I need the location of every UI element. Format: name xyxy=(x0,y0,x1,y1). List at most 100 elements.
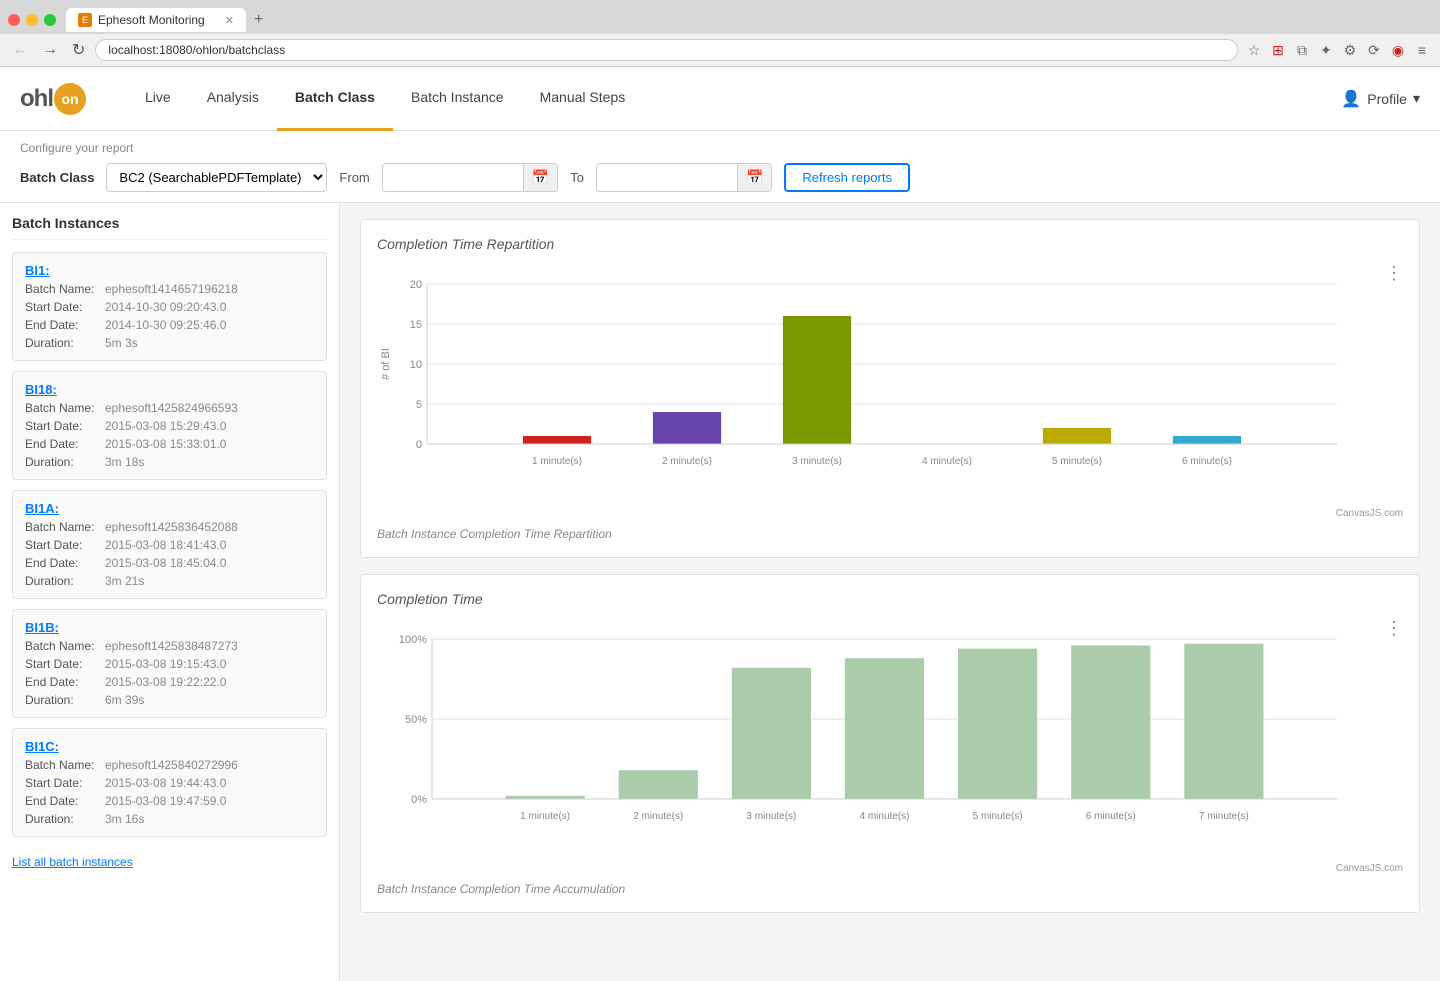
start-date-label: Start Date: xyxy=(25,419,105,433)
logo-on-badge: on xyxy=(54,83,86,115)
nav-analysis[interactable]: Analysis xyxy=(189,67,277,131)
chart1-container: ⋮ 05101520# of BI1 minute(s)2 minute(s)3… xyxy=(377,264,1403,519)
extension-icon-5[interactable]: ⟳ xyxy=(1364,40,1384,60)
minimize-window-btn[interactable] xyxy=(26,14,38,26)
start-date-val: 2015-03-08 19:44:43.0 xyxy=(105,776,226,790)
menu-btn[interactable]: ≡ xyxy=(1412,40,1432,60)
batch-item-name-row: Batch Name: ephesoft1425838487273 xyxy=(25,639,314,653)
batch-item-id[interactable]: BI1A: xyxy=(25,501,314,516)
start-date-label: Start Date: xyxy=(25,538,105,552)
nav-manual-steps[interactable]: Manual Steps xyxy=(522,67,644,131)
end-date-label: End Date: xyxy=(25,556,105,570)
extension-icon-6[interactable]: ◉ xyxy=(1388,40,1408,60)
end-date-val: 2015-03-08 15:33:01.0 xyxy=(105,437,226,451)
svg-text:1 minute(s): 1 minute(s) xyxy=(520,811,570,822)
batch-item-id[interactable]: BI18: xyxy=(25,382,314,397)
svg-text:3 minute(s): 3 minute(s) xyxy=(746,811,796,822)
extension-icon-2[interactable]: ⧉ xyxy=(1292,40,1312,60)
batch-item-name-row: Batch Name: ephesoft1425836452088 xyxy=(25,520,314,534)
duration-label: Duration: xyxy=(25,574,105,588)
chart2-subtitle: Batch Instance Completion Time Accumulat… xyxy=(377,882,1403,896)
svg-text:3 minute(s): 3 minute(s) xyxy=(792,456,842,467)
tab-close-btn[interactable]: ✕ xyxy=(225,14,234,27)
end-date-val: 2015-03-08 18:45:04.0 xyxy=(105,556,226,570)
address-bar[interactable] xyxy=(95,39,1238,61)
nav-live[interactable]: Live xyxy=(127,67,189,131)
extension-icon-4[interactable]: ⚙ xyxy=(1340,40,1360,60)
maximize-window-btn[interactable] xyxy=(44,14,56,26)
bookmark-icon[interactable]: ☆ xyxy=(1244,40,1264,60)
close-window-btn[interactable] xyxy=(8,14,20,26)
duration-val: 3m 16s xyxy=(105,812,144,826)
to-calendar-btn[interactable]: 📅 xyxy=(737,164,771,191)
batch-item-duration-row: Duration: 3m 21s xyxy=(25,574,314,588)
window-controls xyxy=(8,14,56,26)
forward-btn[interactable]: → xyxy=(38,39,62,61)
batch-name-val: ephesoft1425840272996 xyxy=(105,758,238,772)
svg-text:4 minute(s): 4 minute(s) xyxy=(859,811,909,822)
nav-batch-class[interactable]: Batch Class xyxy=(277,67,393,131)
duration-val: 3m 18s xyxy=(105,455,144,469)
batch-class-label: Batch Class xyxy=(20,170,94,185)
start-date-val: 2014-10-30 09:20:43.0 xyxy=(105,300,226,314)
back-btn[interactable]: ← xyxy=(8,39,32,61)
duration-val: 6m 39s xyxy=(105,693,144,707)
to-date-input[interactable] xyxy=(597,165,737,190)
batch-name-label: Batch Name: xyxy=(25,758,105,772)
batch-item: BI1C: Batch Name: ephesoft1425840272996 … xyxy=(12,728,327,837)
chart2-menu-btn[interactable]: ⋮ xyxy=(1385,619,1403,637)
refresh-reports-btn[interactable]: Refresh reports xyxy=(784,163,910,192)
batch-item: BI1: Batch Name: ephesoft1414657196218 S… xyxy=(12,252,327,361)
from-calendar-btn[interactable]: 📅 xyxy=(523,164,557,191)
svg-text:5 minute(s): 5 minute(s) xyxy=(973,811,1023,822)
batch-class-select[interactable]: BC2 (SearchablePDFTemplate) xyxy=(106,163,327,192)
svg-text:4 minute(s): 4 minute(s) xyxy=(922,456,972,467)
batch-item-name-row: Batch Name: ephesoft1425824966593 xyxy=(25,401,314,415)
sidebar: Batch Instances BI1: Batch Name: ephesof… xyxy=(0,203,340,981)
extension-icon-1[interactable]: ⊞ xyxy=(1268,40,1288,60)
batch-name-val: ephesoft1425838487273 xyxy=(105,639,238,653)
batch-item-id[interactable]: BI1: xyxy=(25,263,314,278)
batch-item-name-row: Batch Name: ephesoft1425840272996 xyxy=(25,758,314,772)
nav-batch-instance[interactable]: Batch Instance xyxy=(393,67,522,131)
batch-item-end-row: End Date: 2015-03-08 15:33:01.0 xyxy=(25,437,314,451)
duration-val: 5m 3s xyxy=(105,336,138,350)
active-tab[interactable]: E Ephesoft Monitoring ✕ xyxy=(66,8,246,32)
svg-text:1 minute(s): 1 minute(s) xyxy=(532,456,582,467)
logo: ohl on xyxy=(20,83,87,115)
svg-text:100%: 100% xyxy=(399,634,427,646)
svg-text:15: 15 xyxy=(410,319,422,331)
list-all-link[interactable]: List all batch instances xyxy=(12,847,327,877)
batch-name-label: Batch Name: xyxy=(25,282,105,296)
duration-label: Duration: xyxy=(25,336,105,350)
chart1-subtitle: Batch Instance Completion Time Repartiti… xyxy=(377,527,1403,541)
start-date-label: Start Date: xyxy=(25,300,105,314)
chart1-section: Completion Time Repartition ⋮ 05101520# … xyxy=(360,219,1420,558)
batch-item-name-row: Batch Name: ephesoft1414657196218 xyxy=(25,282,314,296)
config-bar: Configure your report Batch Class BC2 (S… xyxy=(0,131,1440,203)
svg-text:# of BI: # of BI xyxy=(380,348,392,380)
from-date-wrap: 📅 xyxy=(382,163,558,192)
charts-area: Completion Time Repartition ⋮ 05101520# … xyxy=(340,203,1440,981)
from-label: From xyxy=(339,170,369,185)
batch-item: BI18: Batch Name: ephesoft1425824966593 … xyxy=(12,371,327,480)
main-layout: Batch Instances BI1: Batch Name: ephesof… xyxy=(0,203,1440,981)
end-date-label: End Date: xyxy=(25,437,105,451)
profile-btn[interactable]: 👤 Profile ▾ xyxy=(1341,89,1420,109)
svg-text:20: 20 xyxy=(410,279,422,291)
chart1-menu-btn[interactable]: ⋮ xyxy=(1385,264,1403,282)
batch-item: BI1A: Batch Name: ephesoft1425836452088 … xyxy=(12,490,327,599)
extension-icon-3[interactable]: ✦ xyxy=(1316,40,1336,60)
batch-item-id[interactable]: BI1C: xyxy=(25,739,314,754)
batch-items-list: BI1: Batch Name: ephesoft1414657196218 S… xyxy=(12,252,327,837)
reload-btn[interactable]: ↻ xyxy=(68,38,89,62)
new-tab-btn[interactable]: + xyxy=(246,6,271,34)
start-date-label: Start Date: xyxy=(25,776,105,790)
browser-chrome: E Ephesoft Monitoring ✕ + ← → ↻ ☆ ⊞ ⧉ ✦ … xyxy=(0,0,1440,67)
from-date-input[interactable] xyxy=(383,165,523,190)
svg-text:2 minute(s): 2 minute(s) xyxy=(662,456,712,467)
end-date-val: 2014-10-30 09:25:46.0 xyxy=(105,318,226,332)
batch-item-id[interactable]: BI1B: xyxy=(25,620,314,635)
svg-text:0%: 0% xyxy=(411,794,427,806)
app-nav: Live Analysis Batch Class Batch Instance… xyxy=(127,67,1341,131)
